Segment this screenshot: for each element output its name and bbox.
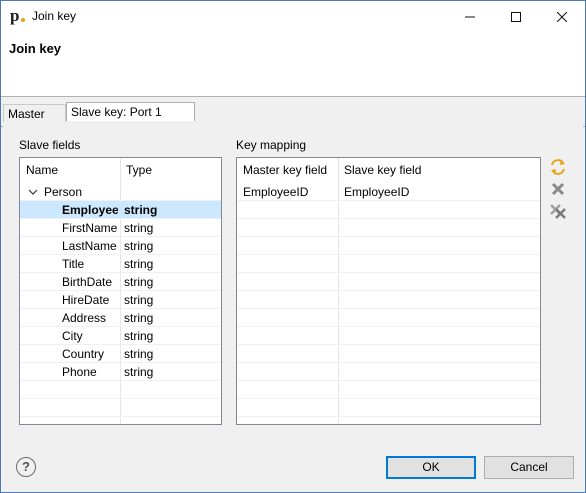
maximize-button[interactable] <box>493 1 539 32</box>
dialog-body: Master key Slave key: Port 1 (slave) Sla… <box>1 97 585 492</box>
column-header-name[interactable]: Name <box>20 158 120 183</box>
table-row[interactable]: Phone string <box>20 363 221 381</box>
empty-row <box>237 219 540 237</box>
empty-row <box>237 345 540 363</box>
field-name: BirthDate <box>62 275 113 289</box>
field-type: string <box>124 293 154 307</box>
tab-master-key[interactable]: Master key <box>3 104 66 139</box>
help-button[interactable]: ? <box>16 457 36 477</box>
field-type: string <box>124 275 154 289</box>
key-mapping-label: Key mapping <box>236 138 307 152</box>
table-row[interactable]: Country string <box>20 345 221 363</box>
empty-row <box>20 399 221 417</box>
close-icon <box>557 11 567 22</box>
empty-row <box>237 363 540 381</box>
empty-row <box>237 201 540 219</box>
column-header-master-key[interactable]: Master key field <box>237 158 338 183</box>
slave-fields-label: Slave fields <box>19 138 81 152</box>
remove-button[interactable] <box>549 180 567 198</box>
empty-row <box>237 291 540 309</box>
field-name: LastName <box>62 239 117 253</box>
mapping-row[interactable]: EmployeeID EmployeeID <box>237 183 540 201</box>
app-logo-icon: p <box>10 7 26 25</box>
field-name: Address <box>62 311 107 325</box>
table-row[interactable]: Title string <box>20 255 221 273</box>
dialog-heading: Join key <box>9 41 62 56</box>
table-row[interactable]: LastName string <box>20 237 221 255</box>
empty-row <box>237 255 540 273</box>
window-title: Join key <box>32 9 77 23</box>
dialog-header: Join key <box>1 32 585 96</box>
field-name: Title <box>62 257 85 271</box>
tree-root-label: Person <box>44 185 83 199</box>
auto-map-button[interactable] <box>549 158 567 176</box>
table-row[interactable]: Address string <box>20 309 221 327</box>
table-row[interactable]: HireDate string <box>20 291 221 309</box>
field-type: string <box>124 239 154 253</box>
remove-all-icon <box>550 204 566 219</box>
empty-row <box>237 399 540 417</box>
empty-row <box>237 327 540 345</box>
auto-map-icon <box>551 159 565 175</box>
title-bar[interactable]: p Join key <box>1 1 585 32</box>
field-name: Phone <box>62 365 97 379</box>
tab-slave-key[interactable]: Slave key: Port 1 (slave) <box>66 102 195 137</box>
field-name: City <box>62 329 83 343</box>
table-row[interactable]: EmployeeID string <box>20 201 221 219</box>
field-type: string <box>124 365 154 379</box>
field-type: string <box>124 311 154 325</box>
empty-row <box>237 273 540 291</box>
field-name: EmployeeID <box>62 203 118 217</box>
empty-row <box>237 381 540 399</box>
table-row[interactable]: BirthDate string <box>20 273 221 291</box>
table-row[interactable]: FirstName string <box>20 219 221 237</box>
field-name: HireDate <box>62 293 110 307</box>
key-mapping-header: Master key field Slave key field <box>237 158 540 183</box>
empty-row <box>237 309 540 327</box>
maximize-icon <box>511 11 521 22</box>
minimize-button[interactable] <box>447 1 493 32</box>
column-header-type[interactable]: Type <box>120 158 220 183</box>
table-row[interactable]: City string <box>20 327 221 345</box>
minimize-icon <box>465 16 475 17</box>
tab-strip: Master key Slave key: Port 1 (slave) <box>1 102 585 139</box>
key-mapping-table[interactable]: Master key field Slave key field Employe… <box>236 157 541 425</box>
field-type: string <box>124 347 154 361</box>
field-type: string <box>124 221 154 235</box>
field-type: string <box>124 203 158 217</box>
field-name: FirstName <box>62 221 118 235</box>
column-header-slave-key[interactable]: Slave key field <box>338 158 538 183</box>
remove-all-button[interactable] <box>549 202 567 220</box>
field-type: string <box>124 329 154 343</box>
dialog-footer: ? OK Cancel <box>1 447 585 492</box>
tab-content-panel: Slave fields Name Type Person EmployeeID… <box>3 122 583 447</box>
slave-fields-table[interactable]: Name Type Person EmployeeID string First… <box>19 157 222 425</box>
empty-row <box>237 237 540 255</box>
slave-key-value[interactable]: EmployeeID <box>344 183 409 201</box>
dialog-window: p Join key Join key Master key Slave key… <box>0 0 586 493</box>
field-name: Country <box>62 347 105 361</box>
field-type: string <box>124 257 154 271</box>
tree-node-person[interactable]: Person <box>20 183 221 201</box>
empty-row <box>20 381 221 399</box>
master-key-value[interactable]: EmployeeID <box>243 183 308 201</box>
cancel-button[interactable]: Cancel <box>484 456 574 479</box>
close-button[interactable] <box>539 1 585 32</box>
chevron-down-icon[interactable] <box>28 183 38 201</box>
remove-icon <box>551 182 565 196</box>
ok-button[interactable]: OK <box>386 456 476 479</box>
